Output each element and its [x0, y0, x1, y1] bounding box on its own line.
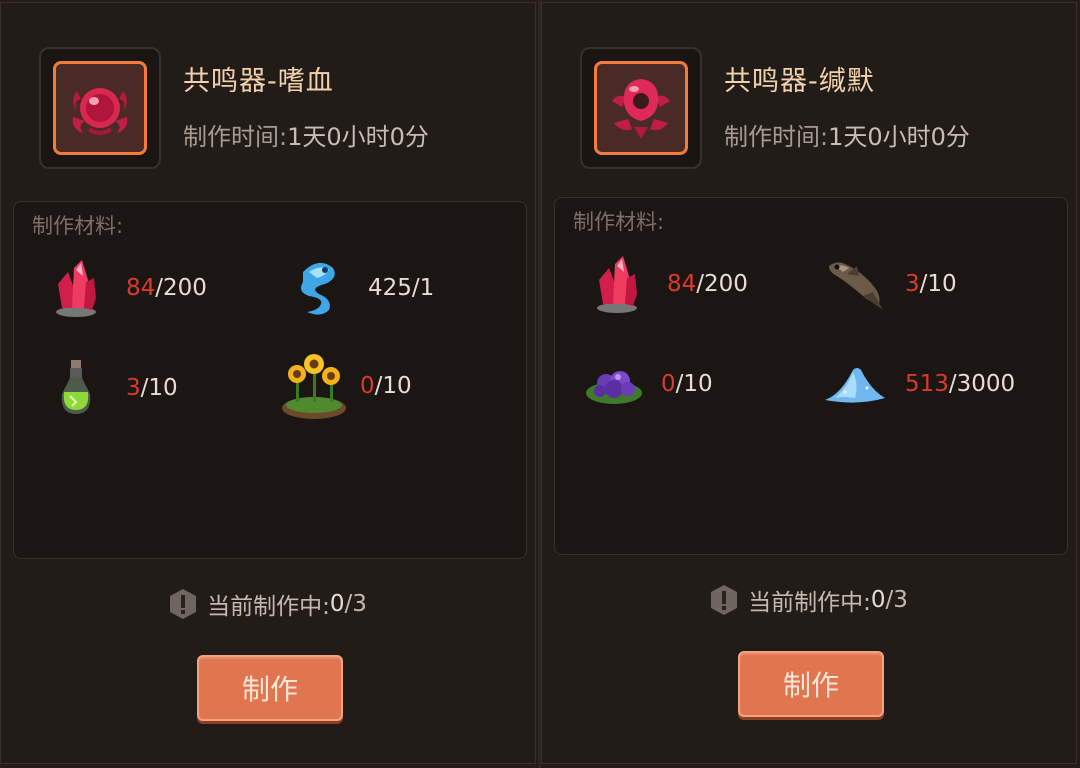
- crafting-status: 当前制作中: 0/3: [542, 583, 1076, 617]
- crafting-status: 当前制作中: 0/3: [1, 587, 535, 621]
- fish-icon: [829, 262, 883, 310]
- material-need: /200: [696, 271, 748, 297]
- material-have: 84: [126, 275, 156, 301]
- craft-time-value: 1天0小时0分: [828, 123, 970, 151]
- material-have: 0: [360, 373, 375, 399]
- material-item[interactable]: 84/200: [585, 252, 748, 316]
- materials-label: 制作材料:: [32, 214, 124, 238]
- item-icon-frame[interactable]: [39, 47, 161, 169]
- material-have: 0: [661, 371, 676, 397]
- materials-panel: 制作材料: 84/200 3/10 0/10 513/3000: [554, 197, 1068, 555]
- material-count: 84/200: [667, 271, 748, 297]
- material-count: 3/10: [126, 375, 178, 401]
- sunflower-patch-icon: [282, 354, 346, 419]
- status-total: /3: [885, 587, 908, 613]
- blue-sand-pile-icon: [825, 368, 885, 403]
- material-have: 425: [368, 275, 412, 301]
- material-count: 3/10: [905, 271, 957, 297]
- item-icon-frame[interactable]: [580, 47, 702, 169]
- warning-icon: [170, 589, 197, 619]
- materials-panel: 制作材料: 84/200 425/1 3/10 0/10: [13, 201, 527, 559]
- green-potion-icon: [61, 360, 91, 414]
- material-need: /200: [155, 275, 207, 301]
- status-total: /3: [344, 591, 367, 617]
- material-have: 84: [667, 271, 697, 297]
- craft-time-value: 1天0小时0分: [287, 123, 429, 151]
- craft-time-label: 制作时间:: [724, 123, 829, 151]
- material-item[interactable]: 0/10: [579, 352, 713, 416]
- material-have: 3: [126, 375, 141, 401]
- material-count: 425/1: [368, 275, 434, 301]
- material-count: 84/200: [126, 275, 207, 301]
- blue-spirit-icon: [301, 262, 335, 315]
- recipe-card-silence: 共鸣器-缄默 制作时间:1天0小时0分 制作材料: 84/200 3/10 0/…: [541, 2, 1077, 764]
- material-need: /10: [675, 371, 713, 397]
- red-crystal-icon: [56, 260, 96, 317]
- material-need: /10: [919, 271, 957, 297]
- material-item[interactable]: 84/200: [44, 256, 207, 320]
- craft-time: 制作时间:1天0小时0分: [724, 117, 970, 152]
- material-need: /1: [411, 275, 435, 301]
- warning-icon: [711, 585, 738, 615]
- material-item[interactable]: 0/10: [278, 350, 412, 422]
- materials-label: 制作材料:: [573, 210, 665, 234]
- recipe-title: 共鸣器-缄默: [724, 66, 875, 97]
- material-item[interactable]: 3/10: [823, 252, 957, 316]
- material-count: 513/3000: [905, 371, 1015, 397]
- bloodthirst-resonator-icon: [72, 88, 128, 135]
- material-count: 0/10: [661, 371, 713, 397]
- purple-flower-icon: [586, 371, 642, 404]
- material-need: /10: [140, 375, 178, 401]
- craft-button[interactable]: 制作: [197, 655, 343, 721]
- material-need: /3000: [948, 371, 1016, 397]
- status-current: 0: [870, 587, 886, 613]
- material-item[interactable]: 513/3000: [823, 352, 1015, 416]
- status-label: 当前制作中:: [748, 590, 871, 616]
- craft-time-label: 制作时间:: [183, 123, 288, 151]
- material-item[interactable]: 3/10: [44, 356, 178, 420]
- craft-button[interactable]: 制作: [738, 651, 884, 717]
- status-label: 当前制作中:: [207, 594, 330, 620]
- material-item[interactable]: 425/1: [286, 256, 434, 320]
- material-count: 0/10: [360, 373, 412, 399]
- material-need: /10: [374, 373, 412, 399]
- silence-resonator-icon: [612, 79, 670, 139]
- red-crystal-icon: [597, 256, 637, 313]
- status-current: 0: [329, 591, 345, 617]
- recipe-title: 共鸣器-嗜血: [183, 66, 334, 97]
- material-have: 3: [905, 271, 920, 297]
- recipe-card-bloodthirst: 共鸣器-嗜血 制作时间:1天0小时0分 制作材料: 84/200 425/1 3…: [0, 2, 536, 764]
- material-have: 513: [905, 371, 949, 397]
- craft-time: 制作时间:1天0小时0分: [183, 117, 429, 152]
